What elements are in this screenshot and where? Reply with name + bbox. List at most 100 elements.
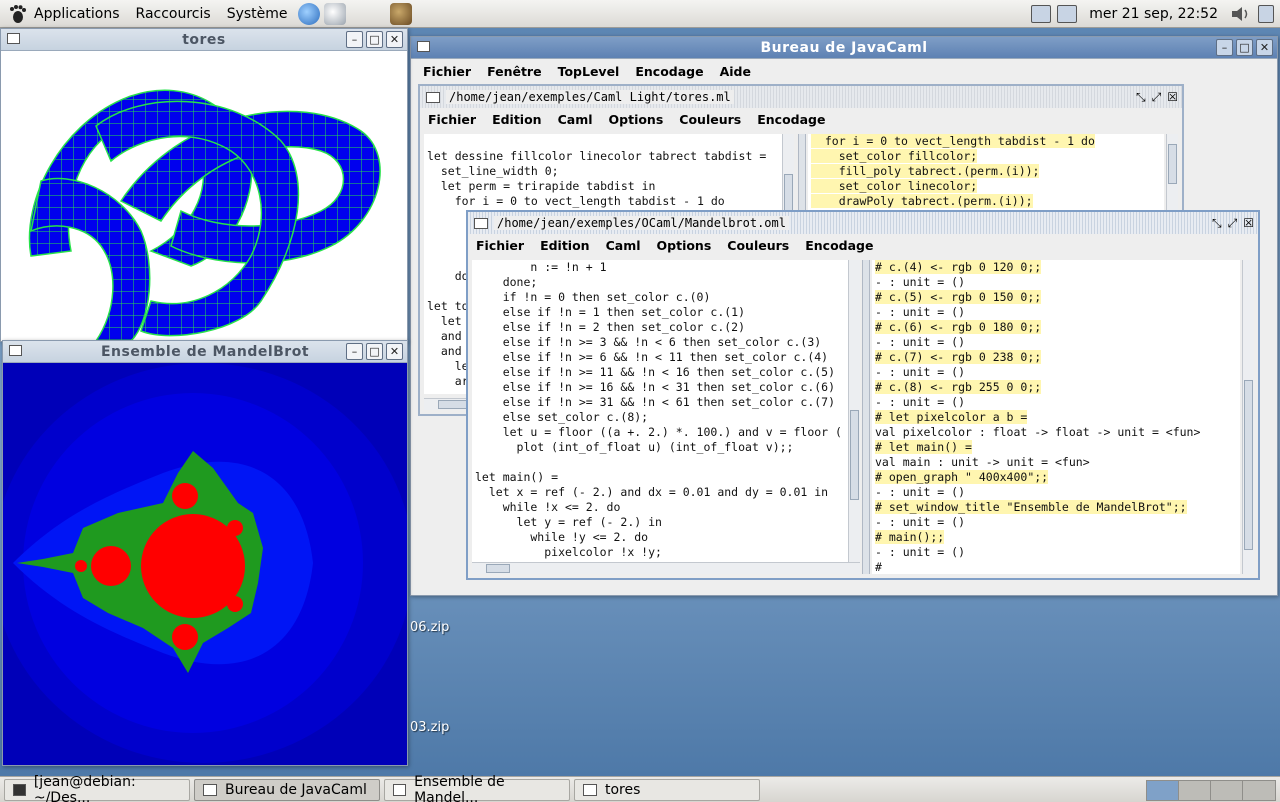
menu-fenetre[interactable]: Fenêtre xyxy=(479,64,550,79)
close-button[interactable]: ✕ xyxy=(386,31,403,48)
task-mandelbrot[interactable]: Ensemble de Mandel... xyxy=(384,774,570,802)
menu-couleurs[interactable]: Couleurs xyxy=(719,238,797,253)
code-line: while !y <= 2. do xyxy=(475,530,649,544)
maximize-icon[interactable]: ⤢ xyxy=(1228,216,1238,231)
code-line: - : unit = () xyxy=(875,485,966,499)
desktop-file-06zip[interactable]: 06.zip xyxy=(410,620,449,635)
tores-frame-titlebar[interactable]: /home/jean/exemples/Caml Light/tores.ml … xyxy=(420,86,1182,108)
window-menu-icon[interactable] xyxy=(417,41,430,52)
mandelbrot-titlebar[interactable]: Ensemble de MandelBrot – □ ✕ xyxy=(3,341,407,363)
workspace-1[interactable] xyxy=(1147,781,1179,800)
code-line: let u = floor ((a +. 2.) *. 100.) and v … xyxy=(475,425,842,439)
mandelbrot-editor-frame: /home/jean/exemples/OCaml/Mandelbrot.oml… xyxy=(466,210,1260,580)
iconify-icon[interactable]: ⤡ xyxy=(1136,90,1146,105)
menu-toplevel[interactable]: TopLevel xyxy=(550,64,628,79)
close-button[interactable]: ✕ xyxy=(386,343,403,360)
desktop-file-03zip[interactable]: 03.zip xyxy=(410,720,449,735)
window-menu-icon[interactable] xyxy=(9,345,22,356)
task-tores-label: tores xyxy=(605,781,641,798)
javacaml-titlebar[interactable]: Bureau de JavaCaml – □ ✕ xyxy=(411,37,1277,59)
task-terminal-label: [jean@debian: ~/Des... xyxy=(33,773,136,802)
menu-options[interactable]: Options xyxy=(601,112,672,127)
window-icon xyxy=(583,783,597,796)
menu-caml[interactable]: Caml xyxy=(598,238,649,253)
code-line: - : unit = () xyxy=(875,395,966,409)
menu-edition[interactable]: Edition xyxy=(484,112,550,127)
system-label: Système xyxy=(226,5,288,22)
code-line: for i = 0 to vect_length tabdist - 1 do xyxy=(811,134,1095,148)
maximize-button[interactable]: □ xyxy=(366,31,383,48)
web-browser-icon[interactable] xyxy=(297,2,320,25)
close-icon[interactable]: ☒ xyxy=(1167,90,1178,105)
close-icon[interactable]: ☒ xyxy=(1243,216,1254,231)
code-line: while !x <= 2. do xyxy=(475,500,621,514)
code-line: for i = 0 to vect_length tabdist - 1 do xyxy=(427,194,725,208)
code-line: pixelcolor !x !y; xyxy=(475,545,662,559)
applications-menu[interactable]: Applications xyxy=(0,0,128,28)
menu-encodage[interactable]: Encodage xyxy=(749,112,833,127)
mandel-toplevel-scrollbar[interactable] xyxy=(1242,260,1254,574)
gimp-icon[interactable] xyxy=(389,2,412,25)
iconify-icon[interactable]: ⤡ xyxy=(1212,216,1222,231)
code-line: # c.(4) <- rgb 0 120 0;; xyxy=(875,260,1042,274)
workspace-3[interactable] xyxy=(1211,781,1243,800)
tores-window: tores – □ ✕ xyxy=(0,28,408,342)
close-button[interactable]: ✕ xyxy=(1256,39,1273,56)
clock[interactable]: mer 21 sep, 22:52 xyxy=(1089,6,1218,22)
maximize-button[interactable]: □ xyxy=(1236,39,1253,56)
menu-fichier[interactable]: Fichier xyxy=(468,238,532,253)
javacaml-menubar: Fichier Fenêtre TopLevel Encodage Aide xyxy=(411,59,1277,83)
mandel-code-editor[interactable]: n := !n + 1 done; if !n = 0 then set_col… xyxy=(472,260,848,562)
split-divider[interactable] xyxy=(862,260,870,574)
menu-encodage[interactable]: Encodage xyxy=(797,238,881,253)
menu-aide[interactable]: Aide xyxy=(712,64,759,79)
menu-couleurs[interactable]: Couleurs xyxy=(671,112,749,127)
code-line: n := !n + 1 xyxy=(475,260,607,274)
network-icon[interactable] xyxy=(1031,5,1052,23)
menu-encodage[interactable]: Encodage xyxy=(627,64,711,79)
workspace-2[interactable] xyxy=(1179,781,1211,800)
code-line: # xyxy=(875,560,882,574)
workspace-switcher[interactable] xyxy=(1146,780,1276,801)
window-list-icon[interactable] xyxy=(1258,5,1274,23)
code-line: done; xyxy=(475,275,538,289)
mandel-frame-titlebar[interactable]: /home/jean/exemples/OCaml/Mandelbrot.oml… xyxy=(468,212,1258,234)
menu-fichier[interactable]: Fichier xyxy=(415,64,479,79)
volume-icon[interactable] xyxy=(1230,5,1252,23)
code-line: let x = ref (- 2.) and dx = 0.01 and dy … xyxy=(475,485,829,499)
maximize-button[interactable]: □ xyxy=(366,343,383,360)
gnome-foot-icon xyxy=(10,4,26,23)
menu-fichier[interactable]: Fichier xyxy=(420,112,484,127)
shortcuts-label: Raccourcis xyxy=(135,5,211,22)
tores-titlebar[interactable]: tores – □ ✕ xyxy=(1,29,407,51)
mandel-code-hscrollbar[interactable] xyxy=(472,562,860,574)
network-disconnected-icon[interactable] xyxy=(1057,5,1078,23)
system-menu[interactable]: Système xyxy=(219,0,296,28)
minimize-button[interactable]: – xyxy=(346,343,363,360)
mail-client-icon[interactable] xyxy=(323,2,346,25)
code-line: # open_graph " 400x400";; xyxy=(875,470,1049,484)
shortcuts-menu[interactable]: Raccourcis xyxy=(128,0,219,28)
mandel-code-scrollbar[interactable] xyxy=(848,260,860,562)
minimize-button[interactable]: – xyxy=(346,31,363,48)
code-line: - : unit = () xyxy=(875,365,966,379)
task-terminal[interactable]: [jean@debian: ~/Des... xyxy=(4,774,190,802)
menu-caml[interactable]: Caml xyxy=(550,112,601,127)
code-line: - : unit = () xyxy=(875,335,966,349)
tores-menubar: Fichier Edition Caml Options Couleurs En… xyxy=(420,108,1182,130)
menu-edition[interactable]: Edition xyxy=(532,238,598,253)
code-line: fill_poly tabrect.(perm.(i)); xyxy=(811,164,1040,178)
code-line: else if !n >= 31 && !n < 61 then set_col… xyxy=(475,395,836,409)
code-line: - : unit = () xyxy=(875,545,966,559)
task-tores[interactable]: tores xyxy=(574,778,760,801)
maximize-icon[interactable]: ⤢ xyxy=(1152,90,1162,105)
task-javacaml[interactable]: Bureau de JavaCaml xyxy=(194,778,380,801)
mandel-toplevel-output[interactable]: # c.(4) <- rgb 0 120 0;; - : unit = () # c… xyxy=(872,260,1240,574)
menu-options[interactable]: Options xyxy=(649,238,720,253)
workspace-4[interactable] xyxy=(1243,781,1275,800)
minimize-button[interactable]: – xyxy=(1216,39,1233,56)
code-line: # set_window_title "Ensemble de MandelBr… xyxy=(875,500,1187,514)
task-mandelbrot-label: Ensemble de Mandel... xyxy=(414,773,505,802)
window-menu-icon[interactable] xyxy=(7,33,20,44)
